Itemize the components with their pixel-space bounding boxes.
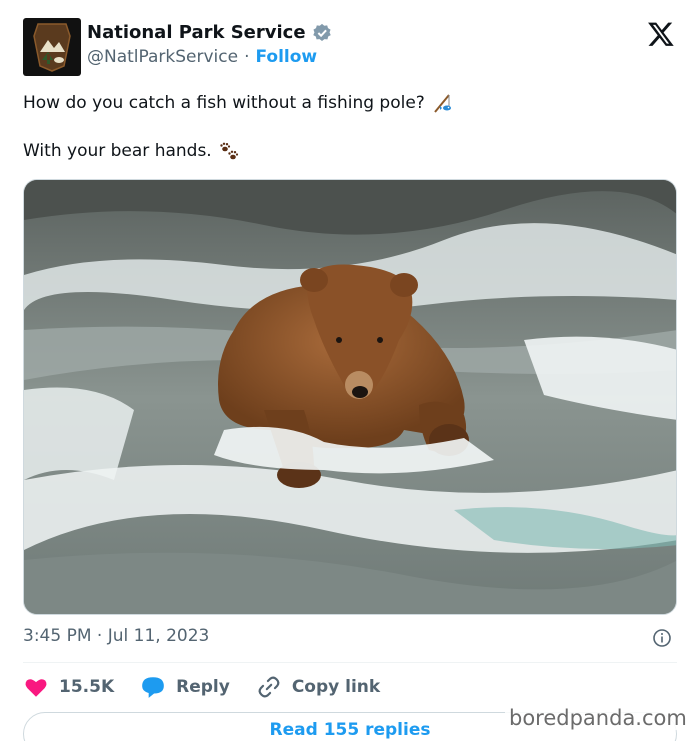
copy-link-button[interactable]: Copy link [256,674,380,700]
info-icon[interactable] [652,628,672,648]
nps-avatar[interactable] [23,18,81,76]
bear-in-river-image [24,180,676,614]
heart-icon [25,679,47,697]
like-count: 15.5K [59,677,115,697]
nps-arrowhead-logo [33,23,71,72]
tweet-actions: 15.5K Reply Copy link [23,672,406,702]
separator-dot: · [244,47,250,67]
bear-fishing-photo[interactable] [23,179,677,615]
verified-badge-icon [312,23,331,41]
fishing-pole-icon [434,94,451,113]
link-icon [258,676,280,698]
tweet-line-1: How do you catch a fish without a fishin… [23,93,425,113]
x-logo-icon[interactable] [647,20,675,48]
boredpanda-watermark: boredpanda.com [505,706,691,730]
reply-button[interactable]: Reply [140,674,230,700]
tweet-line-2: With your bear hands. [23,141,212,161]
reply-label: Reply [176,677,230,697]
tweet-timestamp[interactable]: 3:45 PM · Jul 11, 2023 [23,626,209,646]
paw-prints-icon [220,142,238,160]
divider [23,662,677,663]
tweet-header: National Park Service @NatlParkService ·… [23,18,683,78]
follow-button[interactable]: Follow [256,47,318,67]
tweet-text-line-2: With your bear hands. [23,140,240,162]
copy-link-label: Copy link [291,677,381,697]
author-handle[interactable]: @NatlParkService [87,47,238,67]
reply-bubble-icon [142,677,164,698]
tweet-text-line-1: How do you catch a fish without a fishin… [23,92,453,114]
like-button[interactable]: 15.5K [23,674,114,700]
author-display-name[interactable]: National Park Service [87,22,306,43]
